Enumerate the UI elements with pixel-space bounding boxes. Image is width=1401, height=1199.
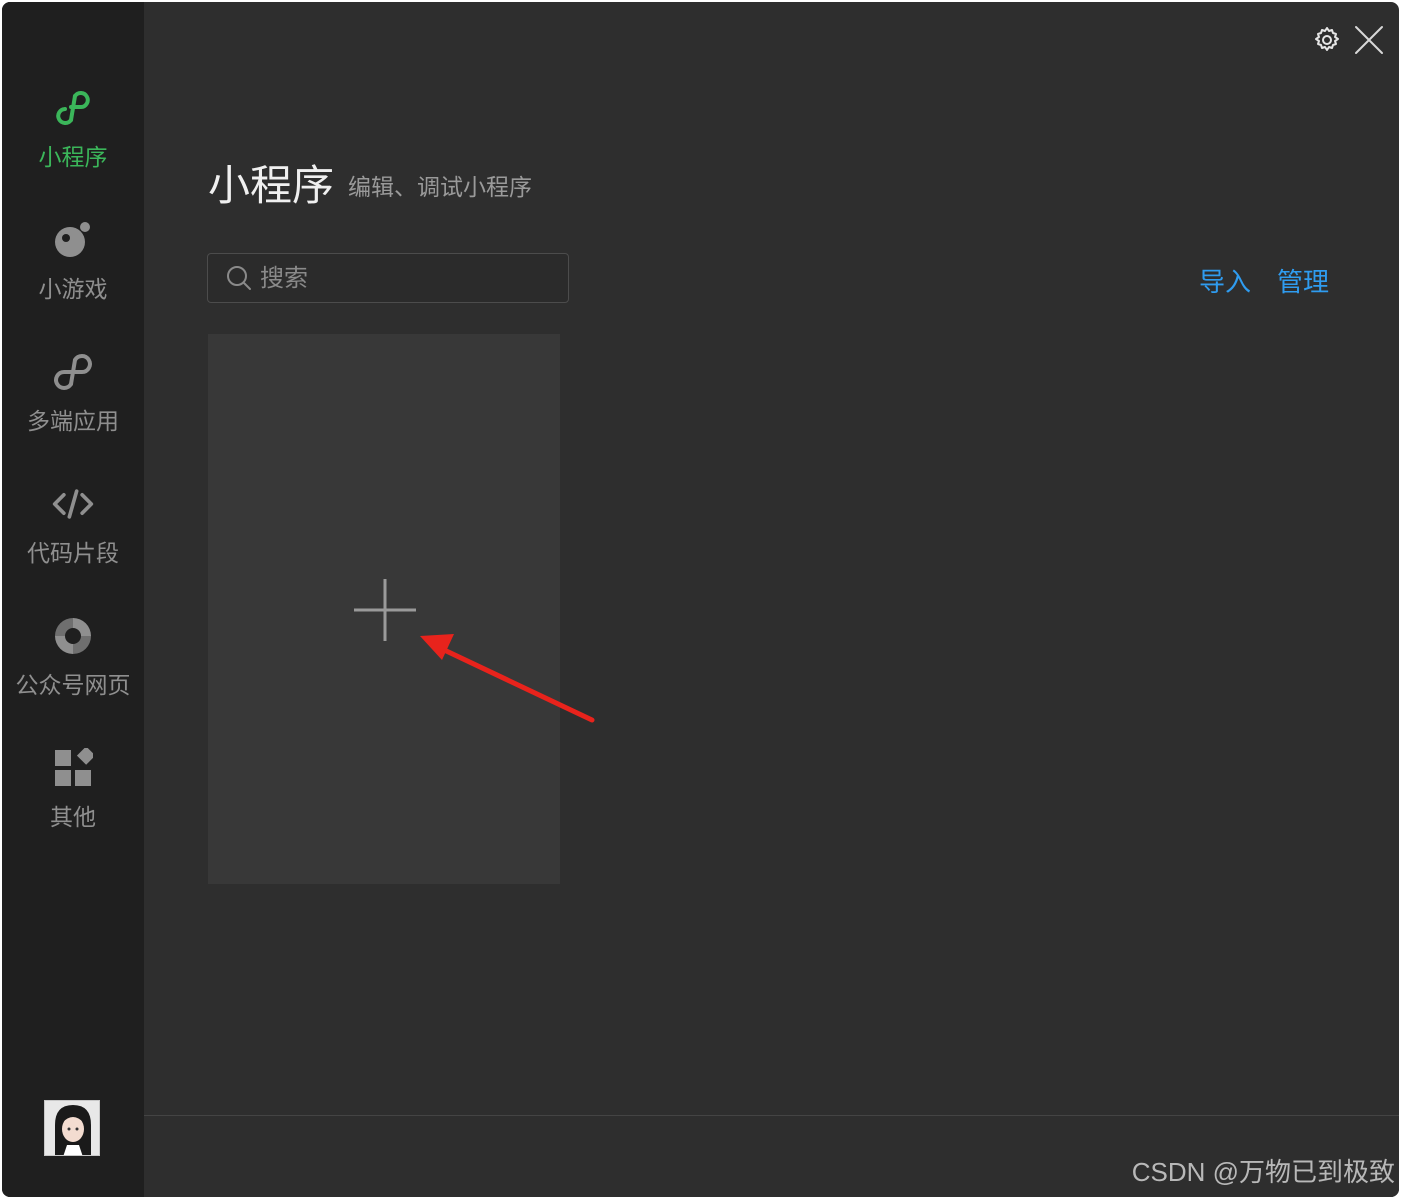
page-subtitle: 编辑、调试小程序 <box>348 175 532 201</box>
sidebar-item-label: 公众号网页 <box>15 673 131 699</box>
sidebar-item-mini-game[interactable]: 小游戏 <box>2 218 144 338</box>
sidebar-item-multi-platform[interactable]: 多端应用 <box>2 350 144 470</box>
sidebar-item-official-account[interactable]: 公众号网页 <box>2 614 144 734</box>
header-actions: 导入 管理 <box>1199 262 1329 299</box>
search-box[interactable] <box>207 253 569 303</box>
other-apps-icon <box>51 746 95 790</box>
plus-icon <box>352 577 418 643</box>
search-icon <box>226 265 252 291</box>
sidebar-item-other[interactable]: 其他 <box>2 746 144 866</box>
mini-program-icon <box>51 86 95 130</box>
avatar[interactable] <box>44 1100 100 1156</box>
page-title: 小程序 <box>208 161 335 210</box>
sidebar-item-label: 小游戏 <box>38 277 108 303</box>
multi-platform-icon <box>51 350 95 394</box>
import-link[interactable]: 导入 <box>1199 262 1251 299</box>
app-window: 小程序 小游戏 多端应用 代码片段 公众号网页 其他 小程序 编辑、调试小程序 … <box>2 2 1399 1197</box>
sidebar-item-code-snippet[interactable]: 代码片段 <box>2 482 144 602</box>
gear-icon[interactable] <box>1313 26 1341 54</box>
code-snippet-icon <box>51 482 95 526</box>
sidebar-item-label: 其他 <box>50 805 96 831</box>
mini-game-icon <box>51 218 95 262</box>
watermark: CSDN @万物已到极致 <box>1131 1157 1395 1187</box>
close-icon[interactable] <box>1353 24 1385 56</box>
sidebar-item-label: 小程序 <box>38 145 108 171</box>
manage-link[interactable]: 管理 <box>1277 262 1329 299</box>
official-account-icon <box>51 614 95 658</box>
search-input[interactable] <box>260 264 560 292</box>
sidebar-item-mini-program[interactable]: 小程序 <box>2 86 144 206</box>
sidebar: 小程序 小游戏 多端应用 代码片段 公众号网页 其他 <box>2 2 144 1197</box>
window-controls <box>1313 24 1385 56</box>
new-project-card[interactable] <box>208 334 560 884</box>
sidebar-item-label: 多端应用 <box>27 409 119 435</box>
sidebar-item-label: 代码片段 <box>27 541 119 567</box>
